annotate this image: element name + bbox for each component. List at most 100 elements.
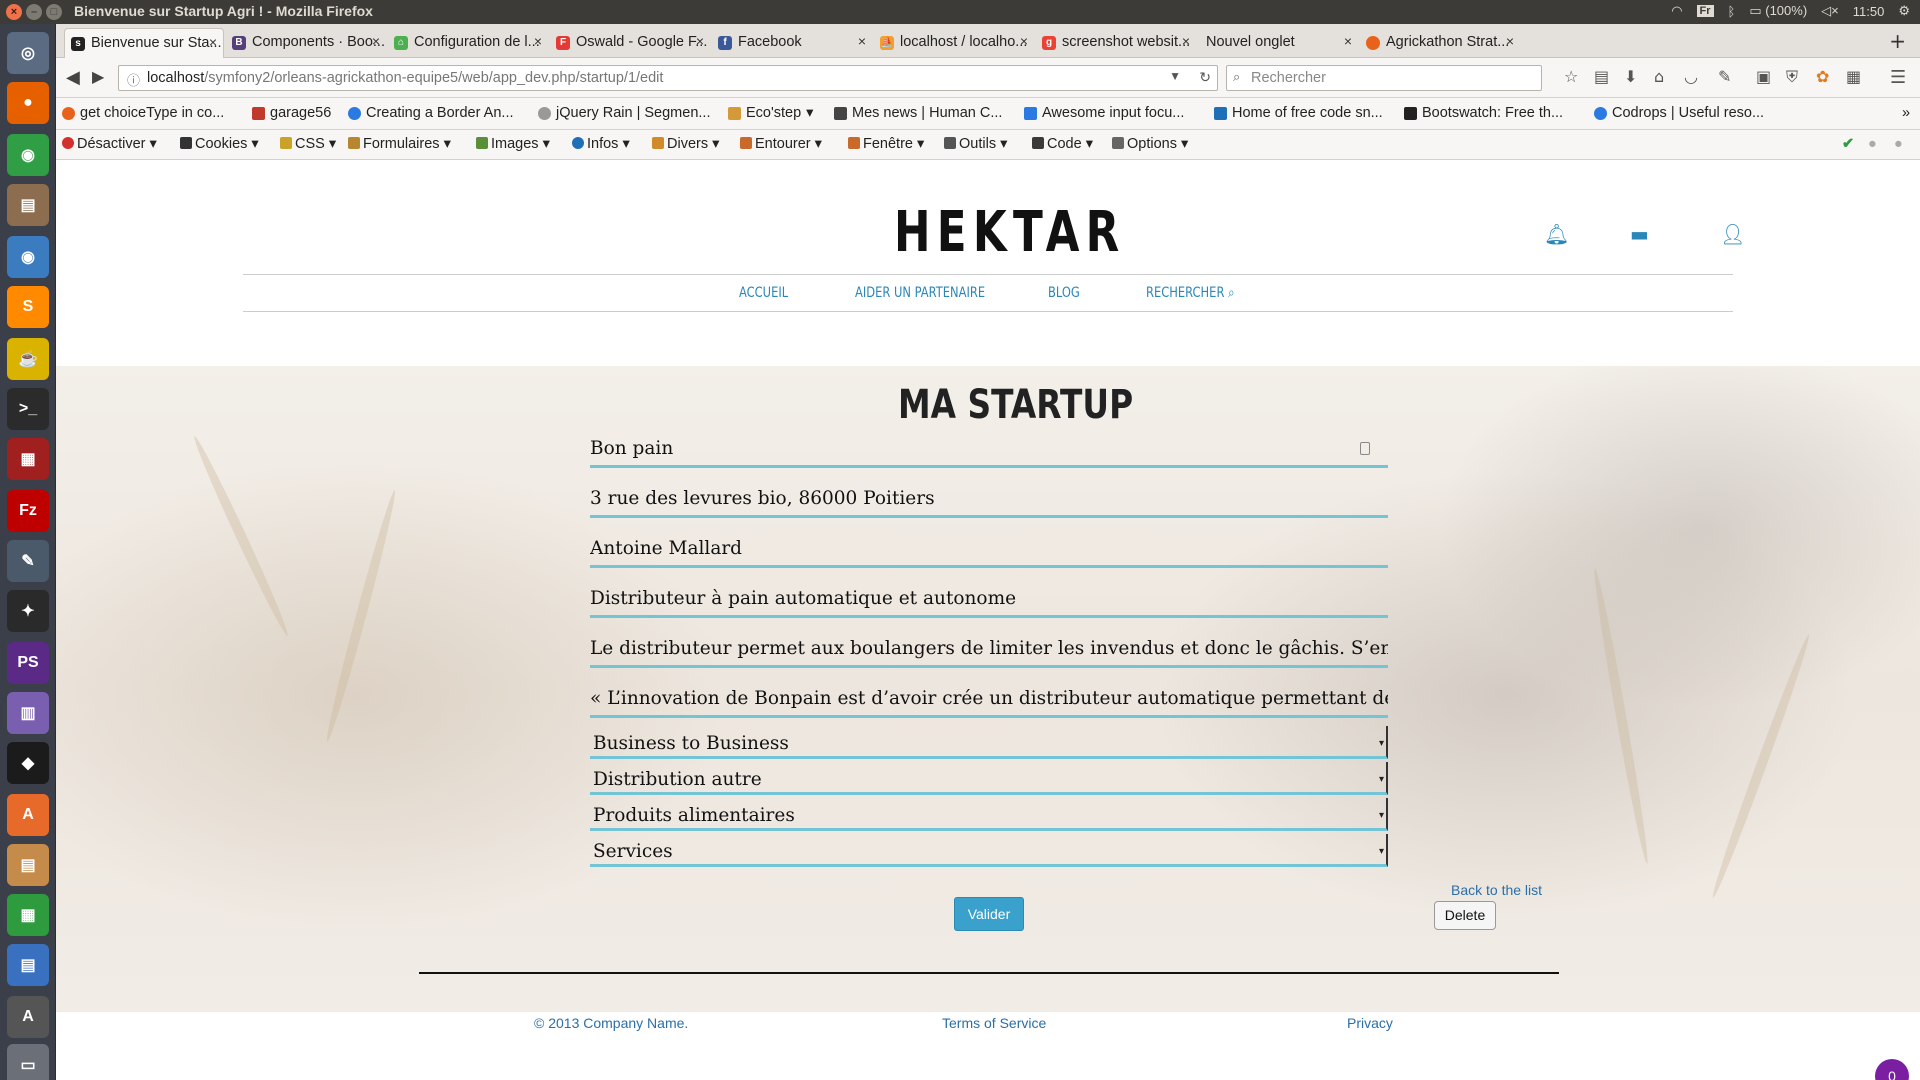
description-field[interactable]: Le distributeur permet aux boulangers de…: [590, 630, 1388, 668]
devbar-options[interactable]: Options ▾: [1112, 136, 1188, 152]
extension-badge-icon[interactable]: ▣: [1756, 67, 1771, 86]
minimize-window-button[interactable]: –: [26, 4, 42, 20]
wifi-icon[interactable]: ◠: [1671, 3, 1682, 19]
bookmarks-overflow-icon[interactable]: »: [1902, 105, 1910, 121]
update-manager-icon[interactable]: A: [7, 996, 49, 1038]
maximize-window-button[interactable]: □: [46, 4, 62, 20]
tab-components-bootstrap[interactable]: B Components · Boo... ×: [226, 28, 386, 58]
home-icon[interactable]: ⌂: [1654, 67, 1664, 86]
tab-agrickathon[interactable]: Agrickathon Strat... ×: [1360, 28, 1520, 58]
software-center-icon[interactable]: A: [7, 794, 49, 836]
back-to-list-link[interactable]: Back to the list: [1451, 882, 1542, 898]
close-tab-icon[interactable]: ×: [1020, 33, 1028, 49]
url-history-dropdown-icon[interactable]: ▼: [1169, 69, 1181, 83]
devbar-misc[interactable]: Divers ▾: [652, 136, 719, 152]
clock[interactable]: 11:50: [1853, 4, 1885, 19]
close-tab-icon[interactable]: ×: [1182, 33, 1190, 49]
new-tab-button[interactable]: +: [1889, 29, 1906, 53]
terminal-icon[interactable]: >_: [7, 388, 49, 430]
password-manager-icon[interactable]: [1360, 442, 1370, 455]
address-field[interactable]: 3 rue des levures bio, 86000 Poitiers: [590, 480, 1388, 518]
category-select[interactable]: Services ▾: [590, 834, 1388, 867]
product-type-select[interactable]: Produits alimentaires ▾: [590, 798, 1388, 831]
sublime-text-icon[interactable]: S: [7, 286, 49, 328]
submit-button[interactable]: Valider: [954, 897, 1024, 931]
app-red-icon[interactable]: ▦: [7, 438, 49, 480]
tab-new-tab[interactable]: Nouvel onglet ×: [1198, 28, 1358, 58]
devbar-resize[interactable]: Fenêtre ▾: [848, 136, 924, 152]
chromium-icon[interactable]: ◉: [7, 236, 49, 278]
site-info-icon[interactable]: ⓘ: [127, 70, 140, 89]
close-tab-icon[interactable]: ×: [696, 33, 704, 49]
volume-icon[interactable]: ◁×: [1821, 3, 1839, 19]
back-button[interactable]: ◀: [66, 67, 80, 88]
menu-blog[interactable]: BLOG: [1048, 285, 1080, 301]
founder-field[interactable]: Antoine Mallard: [590, 530, 1388, 568]
url-bar[interactable]: ⓘ localhost/symfony2/orleans-agrickathon…: [118, 65, 1218, 91]
business-model-select[interactable]: Business to Business ▾: [590, 726, 1388, 759]
menu-search[interactable]: RECHERCHER ⌕: [1146, 285, 1235, 301]
settings-tools-icon[interactable]: ✎: [7, 540, 49, 582]
bookmark-item[interactable]: get choiceType in co...: [62, 105, 224, 121]
close-tab-icon[interactable]: ×: [1506, 33, 1514, 49]
phpstorm-icon[interactable]: PS: [7, 642, 49, 684]
workspace-switcher-icon[interactable]: ▥: [7, 692, 49, 734]
teapot-icon[interactable]: ☕: [7, 338, 49, 380]
delete-button[interactable]: Delete: [1434, 901, 1496, 930]
devbar-outline[interactable]: Entourer ▾: [740, 136, 822, 152]
hamburger-menu-icon[interactable]: ☰: [1890, 67, 1906, 88]
close-tab-icon[interactable]: ×: [858, 33, 866, 49]
tagline-field[interactable]: Distributeur à pain automatique et auton…: [590, 580, 1388, 618]
presentation-icon[interactable]: ▤: [7, 844, 49, 886]
forward-button[interactable]: ▶: [92, 67, 104, 86]
battery-icon[interactable]: ▭ (100%): [1749, 3, 1807, 19]
bookmark-item[interactable]: Mes news | Human C...: [834, 105, 1002, 121]
chrome-icon[interactable]: ◉: [7, 134, 49, 176]
footer-terms-link[interactable]: Terms of Service: [942, 1015, 1046, 1031]
gimp-icon[interactable]: ✦: [7, 590, 49, 632]
tab-startup-agri[interactable]: s Bienvenue sur Sta... ×: [64, 28, 224, 58]
search-input[interactable]: ⌕ Rechercher: [1226, 65, 1542, 91]
pocket-icon[interactable]: ◡: [1684, 67, 1698, 86]
gear-icon[interactable]: ⚙: [1898, 3, 1910, 19]
reading-list-icon[interactable]: ▤: [1594, 67, 1609, 86]
document-writer-icon[interactable]: ▤: [7, 944, 49, 986]
bookmark-item[interactable]: Eco'step ▾: [728, 105, 813, 121]
devbar-cookies[interactable]: Cookies ▾: [180, 136, 259, 152]
close-window-button[interactable]: ×: [6, 4, 22, 20]
tab-facebook[interactable]: f Facebook ×: [712, 28, 872, 58]
tab-phpmyadmin[interactable]: ⛵ localhost / localho... ×: [874, 28, 1034, 58]
downloads-icon[interactable]: ⬇: [1624, 67, 1637, 86]
devbar-forms[interactable]: Formulaires ▾: [348, 136, 451, 152]
site-logo[interactable]: HEKTAR: [894, 200, 1126, 265]
startup-name-field[interactable]: Bon pain: [590, 430, 1388, 468]
inkscape-icon[interactable]: ◆: [7, 742, 49, 784]
bookmark-item[interactable]: Bootswatch: Free th...: [1404, 105, 1563, 121]
filezilla-icon[interactable]: Fz: [7, 490, 49, 532]
puzzle-extension-icon[interactable]: ✿: [1816, 67, 1829, 86]
bookmark-item[interactable]: Home of free code sn...: [1214, 105, 1383, 121]
devbar-info[interactable]: Infos ▾: [572, 136, 630, 152]
bookmark-item[interactable]: Creating a Border An...: [348, 105, 514, 121]
chat-icon[interactable]: ▬: [1630, 222, 1649, 246]
firefox-icon[interactable]: ●: [7, 82, 49, 124]
close-tab-icon[interactable]: ×: [1344, 33, 1352, 49]
ubuntu-dash-icon[interactable]: ◎: [7, 32, 49, 74]
bookmark-star-icon[interactable]: ☆: [1564, 67, 1578, 86]
tab-screenshot-website[interactable]: g screenshot websit... ×: [1036, 28, 1196, 58]
shield-icon[interactable]: ⛨: [1786, 67, 1798, 87]
tab-configuration[interactable]: ⌂ Configuration de l... ×: [388, 28, 548, 58]
bookmark-item[interactable]: jQuery Rain | Segmen...: [538, 105, 710, 121]
bookmark-item[interactable]: Awesome input focu...: [1024, 105, 1184, 121]
devbar-code[interactable]: Code ▾: [1032, 136, 1093, 152]
devbar-css[interactable]: CSS ▾: [280, 136, 336, 152]
user-icon[interactable]: 👤︎: [1720, 222, 1745, 246]
footer-privacy-link[interactable]: Privacy: [1347, 1015, 1393, 1031]
developer-tools-icon[interactable]: ✎: [1718, 67, 1731, 86]
bookmark-item[interactable]: garage56: [252, 105, 331, 121]
close-tab-icon[interactable]: ×: [534, 33, 542, 49]
devbar-tools[interactable]: Outils ▾: [944, 136, 1007, 152]
keyboard-layout-indicator[interactable]: Fr: [1696, 5, 1714, 17]
bell-icon[interactable]: 🔔︎: [1544, 222, 1569, 246]
spreadsheet-icon[interactable]: ▦: [7, 894, 49, 936]
